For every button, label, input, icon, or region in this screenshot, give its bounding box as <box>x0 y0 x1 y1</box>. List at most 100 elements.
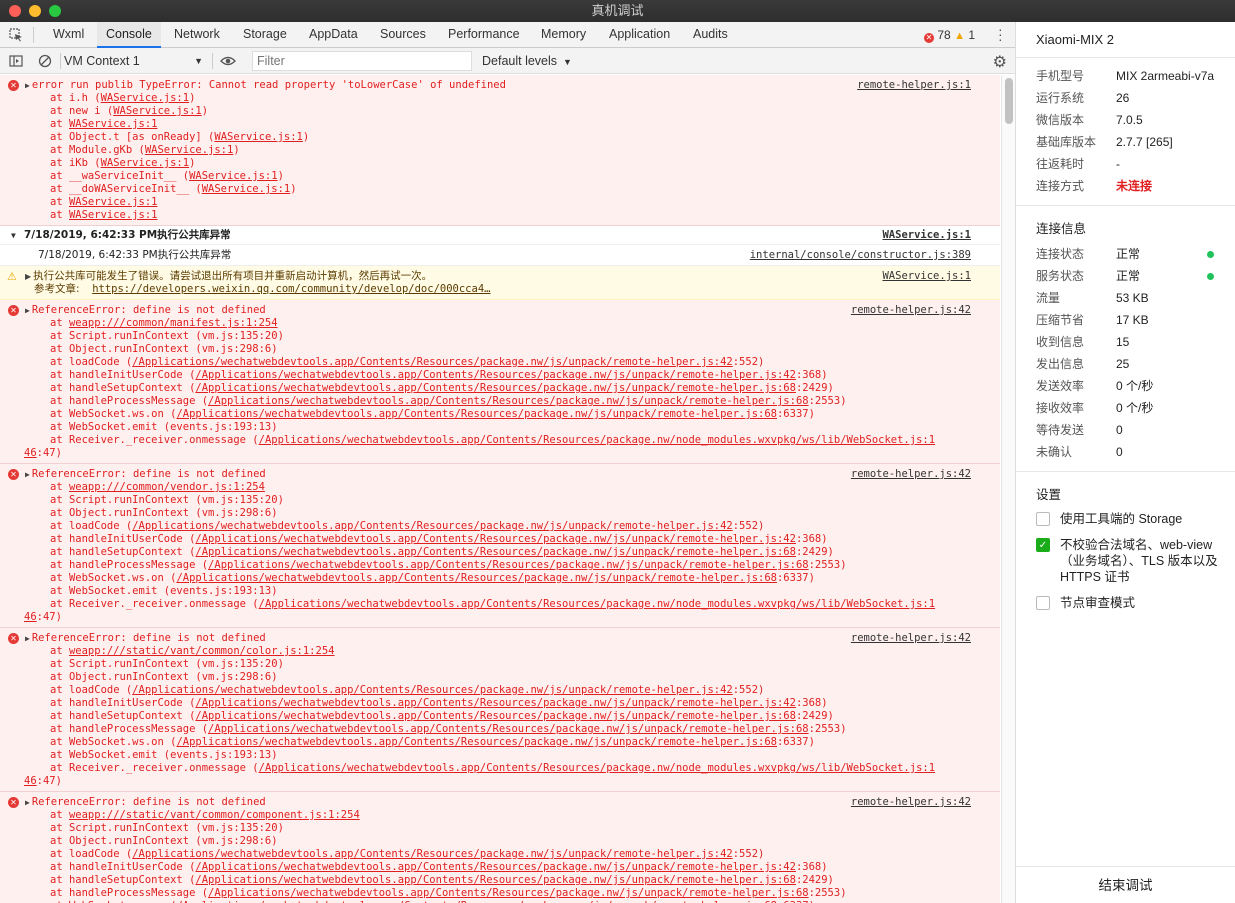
stack-frame-link[interactable]: WAService.js:1 <box>69 118 158 130</box>
gear-icon[interactable]: ⚙ <box>993 52 1007 72</box>
console-warning-message[interactable]: ⚠ ▶ 执行公共库可能发生了错误。请尝试退出所有项目并重新启动计算机，然后再试一次… <box>0 266 1000 300</box>
info-value: 0 <box>1116 445 1123 459</box>
context-selector[interactable]: VM Context 1 ▼ <box>64 48 209 74</box>
expand-triangle-icon[interactable]: ▶ <box>25 798 30 807</box>
issue-counts[interactable]: ✕ 78 ▲ 1 <box>924 22 975 48</box>
stack-frame-link[interactable]: /Applications/wechatwebdevtools.app/Cont… <box>132 520 733 532</box>
stack-frame-link[interactable]: /Applications/wechatwebdevtools.app/Cont… <box>195 546 796 558</box>
stack-frame-link[interactable]: WAService.js:1 <box>101 157 190 169</box>
checkbox[interactable] <box>1036 512 1050 526</box>
reference-link[interactable]: https://developers.weixin.qq.com/communi… <box>92 283 490 295</box>
expand-triangle-icon[interactable]: ▶ <box>25 634 30 643</box>
stack-frame-link[interactable]: weapp:///static/vant/common/color.js:1:2… <box>69 645 335 657</box>
source-link[interactable]: remote-helper.js:42 <box>851 468 971 481</box>
source-link[interactable]: WAService.js:1 <box>882 229 971 242</box>
stack-frame-link[interactable]: /Applications/wechatwebdevtools.app/Cont… <box>259 598 935 610</box>
console-error-message[interactable]: ✕ ▶ ReferenceError: define is not defined r… <box>0 464 1000 628</box>
stack-frame-link[interactable]: WAService.js:1 <box>189 170 278 182</box>
tab-storage[interactable]: Storage <box>234 22 296 48</box>
stack-frame-link[interactable]: 46 <box>24 447 37 459</box>
stack-frame-link[interactable]: /Applications/wechatwebdevtools.app/Cont… <box>259 434 935 446</box>
close-window-button[interactable] <box>9 5 21 17</box>
stack-frame-link[interactable]: /Applications/wechatwebdevtools.app/Cont… <box>176 572 777 584</box>
stack-frame-link[interactable]: weapp:///common/manifest.js:1:254 <box>69 317 278 329</box>
collapse-triangle-icon[interactable]: ▼ <box>11 229 16 242</box>
zoom-window-button[interactable] <box>49 5 61 17</box>
tab-performance[interactable]: Performance <box>439 22 529 48</box>
stack-frame-link[interactable]: WAService.js:1 <box>69 209 158 221</box>
end-debug-button[interactable]: 结束调试 <box>1016 866 1235 903</box>
stack-frame-link[interactable]: /Applications/wechatwebdevtools.app/Cont… <box>195 382 796 394</box>
console-error-message[interactable]: ✕ ▶ ReferenceError: define is not defined r… <box>0 792 1000 903</box>
stack-frame-link[interactable]: weapp:///common/vendor.js:1:254 <box>69 481 265 493</box>
expand-triangle-icon[interactable]: ▶ <box>25 272 31 281</box>
setting-option[interactable]: 使用工具端的 Storage <box>1016 511 1235 527</box>
log-levels-dropdown[interactable]: Default levels ▼ <box>482 48 572 74</box>
stack-frame-link[interactable]: /Applications/wechatwebdevtools.app/Cont… <box>176 408 777 420</box>
expand-triangle-icon[interactable]: ▶ <box>25 470 30 479</box>
checkbox[interactable] <box>1036 596 1050 610</box>
scrollbar-thumb[interactable] <box>1005 78 1013 124</box>
expand-triangle-icon[interactable]: ▶ <box>25 306 30 315</box>
stack-frame-link[interactable]: /Applications/wechatwebdevtools.app/Cont… <box>208 887 809 899</box>
toggle-sidebar-icon[interactable] <box>9 54 23 68</box>
source-link[interactable]: internal/console/constructor.js:389 <box>750 249 971 262</box>
stack-frame-link[interactable]: /Applications/wechatwebdevtools.app/Cont… <box>195 533 796 545</box>
source-link[interactable]: remote-helper.js:42 <box>851 304 971 317</box>
stack-frame-link[interactable]: WAService.js:1 <box>101 92 190 104</box>
stack-frame-link[interactable]: /Applications/wechatwebdevtools.app/Cont… <box>195 369 796 381</box>
setting-option[interactable]: 节点审查模式 <box>1016 595 1235 611</box>
source-link[interactable]: remote-helper.js:42 <box>851 632 971 645</box>
tab-audits[interactable]: Audits <box>684 22 737 48</box>
eye-icon[interactable] <box>220 54 236 68</box>
stack-frame-link[interactable]: /Applications/wechatwebdevtools.app/Cont… <box>132 356 733 368</box>
stack-frame-link[interactable]: /Applications/wechatwebdevtools.app/Cont… <box>208 395 809 407</box>
tab-console[interactable]: Console <box>97 22 161 48</box>
checkbox[interactable]: ✓ <box>1036 538 1050 552</box>
source-link[interactable]: WAService.js:1 <box>882 270 971 283</box>
stack-frame-link[interactable]: /Applications/wechatwebdevtools.app/Cont… <box>259 762 935 774</box>
tab-sources[interactable]: Sources <box>371 22 435 48</box>
filter-input[interactable] <box>252 51 472 71</box>
stack-frame-link[interactable]: /Applications/wechatwebdevtools.app/Cont… <box>176 736 777 748</box>
console-log-message[interactable]: 7/18/2019, 6:42:33 PM执行公共库异常 internal/co… <box>0 245 1000 266</box>
error-text: ReferenceError: define is not defined <box>31 632 266 644</box>
console-group-header[interactable]: ▼ 7/18/2019, 6:42:33 PM执行公共库异常 WAService… <box>0 226 1000 245</box>
stack-frame-link[interactable]: WAService.js:1 <box>113 105 202 117</box>
stack-frame-link[interactable]: /Applications/wechatwebdevtools.app/Cont… <box>195 710 796 722</box>
source-link[interactable]: remote-helper.js:42 <box>851 796 971 809</box>
stack-frame-link[interactable]: /Applications/wechatwebdevtools.app/Cont… <box>132 684 733 696</box>
tab-application[interactable]: Application <box>600 22 679 48</box>
stack-frame-link[interactable]: WAService.js:1 <box>214 131 303 143</box>
stack-frame-link[interactable]: 46 <box>24 611 37 623</box>
stack-frame-link[interactable]: weapp:///static/vant/common/component.js… <box>69 809 360 821</box>
setting-option[interactable]: ✓ 不校验合法域名、web-view（业务域名）、TLS 版本以及 HTTPS 证… <box>1016 537 1235 585</box>
tab-wxml[interactable]: Wxml <box>44 22 93 48</box>
tab-memory[interactable]: Memory <box>532 22 595 48</box>
tab-network[interactable]: Network <box>165 22 229 48</box>
stack-frame-link[interactable]: WAService.js:1 <box>145 144 234 156</box>
stack-frame-link[interactable]: /Applications/wechatwebdevtools.app/Cont… <box>195 874 796 886</box>
minimize-window-button[interactable] <box>29 5 41 17</box>
stack-frame-link[interactable]: WAService.js:1 <box>202 183 291 195</box>
context-selector-value: VM Context 1 <box>64 54 140 68</box>
console-error-message[interactable]: ✕ ▶ ReferenceError: define is not defined r… <box>0 628 1000 792</box>
stack-frame-link[interactable]: /Applications/wechatwebdevtools.app/Cont… <box>208 559 809 571</box>
inspect-element-icon[interactable] <box>9 28 23 42</box>
stack-frame-link[interactable]: /Applications/wechatwebdevtools.app/Cont… <box>208 723 809 735</box>
stack-frame-link[interactable]: /Applications/wechatwebdevtools.app/Cont… <box>132 848 733 860</box>
stack-frame-link[interactable]: /Applications/wechatwebdevtools.app/Cont… <box>195 697 796 709</box>
console-scrollbar[interactable] <box>1001 75 1015 903</box>
console-error-message[interactable]: ✕ ▶ error run publib TypeError: Cannot re… <box>0 75 1000 226</box>
more-options-icon[interactable]: · · · <box>998 22 1003 46</box>
stack-frame-link[interactable]: WAService.js:1 <box>69 196 158 208</box>
stack-frame: at Module.gKb (WAService.js:1) <box>34 144 1000 157</box>
source-link[interactable]: remote-helper.js:1 <box>857 79 971 92</box>
clear-console-icon[interactable] <box>38 54 52 68</box>
connection-info-row: 未确认 0 <box>1016 441 1235 463</box>
stack-frame-link[interactable]: 46 <box>24 775 37 787</box>
stack-frame-link[interactable]: /Applications/wechatwebdevtools.app/Cont… <box>195 861 796 873</box>
expand-triangle-icon[interactable]: ▶ <box>25 81 30 90</box>
tab-appdata[interactable]: AppData <box>300 22 367 48</box>
console-error-message[interactable]: ✕ ▶ ReferenceError: define is not defined r… <box>0 300 1000 464</box>
